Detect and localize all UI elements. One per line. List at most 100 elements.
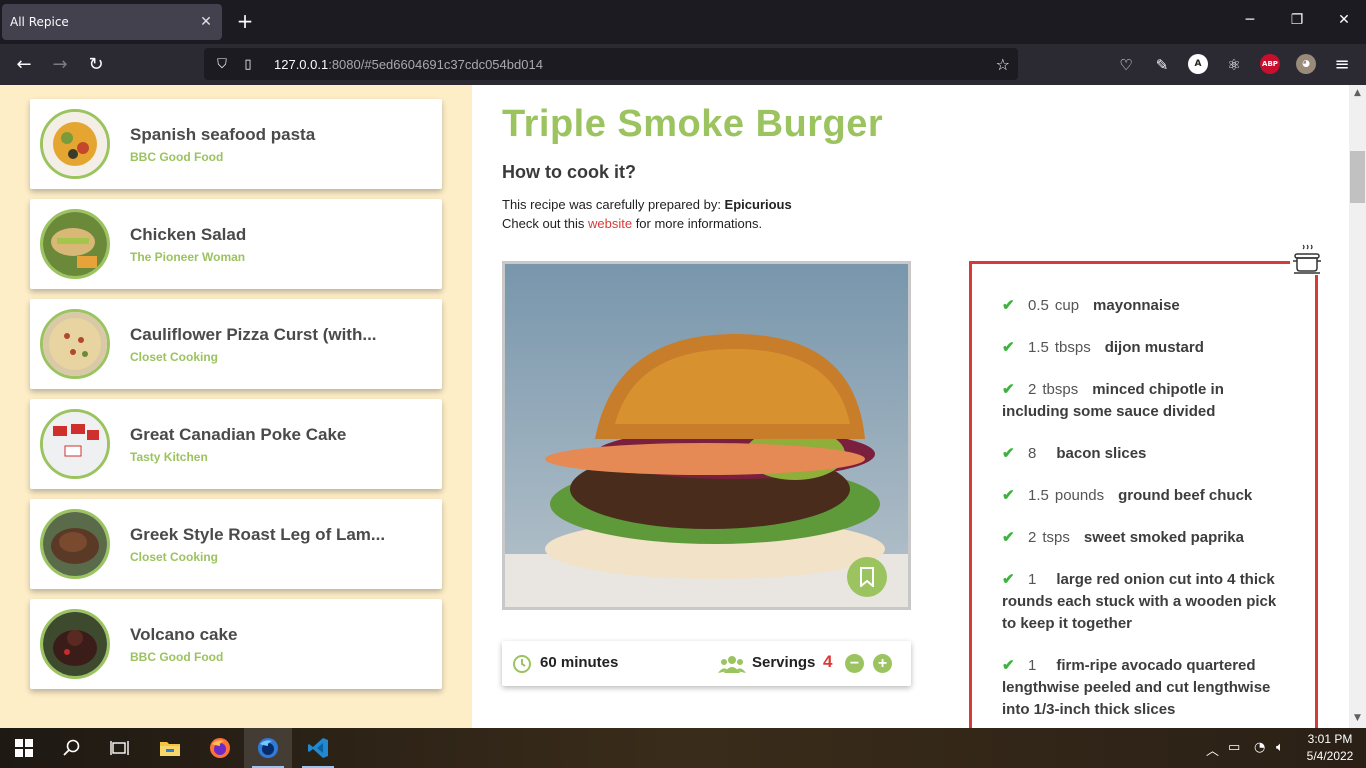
recipe-detail: Triple Smoke Burger How to cook it? This… <box>472 85 1349 728</box>
decrease-servings-button[interactable]: − <box>845 654 864 673</box>
recipe-card[interactable]: Chicken Salad The Pioneer Woman <box>30 199 442 289</box>
ingredient-item: ✔ 2 tsps sweet smoked paprika <box>1002 527 1292 549</box>
check-icon: ✔ <box>1002 297 1015 314</box>
recipe-source: Closet Cooking <box>130 350 219 364</box>
recipe-source: Tasty Kitchen <box>130 450 208 464</box>
browser-tab-bar: All Repice ✕ + ─ ❐ ✕ <box>0 0 1366 44</box>
ingredient-item: ✔ 8 bacon slices <box>1002 443 1292 465</box>
check-icon: ✔ <box>1002 339 1015 356</box>
recipe-name: Great Canadian Poke Cake <box>130 425 347 444</box>
recipe-card[interactable]: Spanish seafood pasta BBC Good Food <box>30 99 442 189</box>
cook-time: 60 minutes <box>540 654 619 671</box>
pocket-icon[interactable]: ♡ <box>1114 53 1138 77</box>
recipe-card[interactable]: Cauliflower Pizza Curst (with... Closet … <box>30 299 442 389</box>
recipe-name: Volcano cake <box>130 625 238 644</box>
check-icon: ✔ <box>1002 487 1015 504</box>
ingredient-item: ✔ 1 large red onion cut into 4 thick round… <box>1002 571 1277 632</box>
check-icon: ✔ <box>1002 571 1015 588</box>
page-scrollbar[interactable]: ▲ ▼ <box>1349 85 1366 728</box>
servings-label: Servings <box>752 654 816 671</box>
page-icon[interactable]: ▯ <box>236 57 260 72</box>
ingredient-item: ✔ 1.5 tbsps dijon mustard <box>1002 337 1292 359</box>
recipe-byline: This recipe was carefully prepared by: E… <box>502 197 792 231</box>
bookmark-star-icon[interactable]: ☆ <box>996 55 1010 74</box>
users-icon <box>718 656 746 673</box>
servings-count: 4 <box>823 652 833 671</box>
recipe-thumbnail <box>40 509 110 579</box>
website-link[interactable]: website <box>588 216 632 231</box>
check-icon: ✔ <box>1002 445 1015 462</box>
start-icon[interactable] <box>0 728 48 768</box>
check-icon: ✔ <box>1002 529 1015 546</box>
how-to-cook-heading: How to cook it? <box>502 162 636 182</box>
ingredient-item: ✔ 1 firm-ripe avocado quartered lengthwise… <box>1002 657 1271 718</box>
recipe-thumbnail <box>40 209 110 279</box>
address-bar[interactable]: ⛉ ▯ 127.0.0.1:8080/#5ed6604691c37cdc054b… <box>204 48 1018 80</box>
battery-icon[interactable]: ▭ <box>1228 740 1240 755</box>
wrench-icon[interactable]: ✎ <box>1150 53 1174 77</box>
restore-icon[interactable]: ❐ <box>1287 12 1307 28</box>
check-icon: ✔ <box>1002 657 1015 674</box>
volume-icon[interactable]: 🔈︎ <box>1276 740 1284 755</box>
react-devtools-icon[interactable]: ⚛ <box>1222 53 1246 77</box>
recipe-name: Chicken Salad <box>130 225 247 244</box>
recipe-name: Greek Style Roast Leg of Lam... <box>130 525 386 544</box>
recipe-source: BBC Good Food <box>130 150 224 164</box>
forward-icon[interactable]: → <box>48 53 72 77</box>
back-icon[interactable]: ← <box>12 53 36 77</box>
increase-servings-button[interactable]: + <box>873 654 892 673</box>
recipe-source: Closet Cooking <box>130 550 219 564</box>
recipe-card[interactable]: Volcano cake BBC Good Food <box>30 599 442 689</box>
clock-time: 3:01 PM <box>1307 732 1353 746</box>
recipe-source: The Pioneer Woman <box>130 250 246 264</box>
windows-taskbar: ︿ ▭ ◔ 🔈︎ 3:01 PM 5/4/2022 <box>0 728 1366 768</box>
ingredients-box: ✔ 0.5 cup mayonnaise ✔ 1.5 tbsps dijon mustard… <box>969 261 1318 728</box>
recipe-image <box>502 261 911 610</box>
minimize-icon[interactable]: ─ <box>1240 12 1260 28</box>
scrollbar-thumb[interactable] <box>1350 151 1365 203</box>
recipe-thumbnail <box>40 309 110 379</box>
recipe-thumbnail <box>40 109 110 179</box>
firefox-dev-icon[interactable] <box>244 728 292 768</box>
recipe-name: Cauliflower Pizza Curst (with... <box>130 325 377 344</box>
system-clock[interactable]: 3:01 PM 5/4/2022 <box>1300 731 1360 765</box>
browser-nav-bar: ← → ↻ ⛉ ▯ 127.0.0.1:8080/#5ed6604691c37c… <box>0 44 1366 85</box>
recipe-card[interactable]: Greek Style Roast Leg of Lam... Closet C… <box>30 499 442 589</box>
browser-tab[interactable]: All Repice ✕ <box>2 4 222 40</box>
recipe-list-sidebar: Spanish seafood pasta BBC Good Food Chic… <box>0 85 472 728</box>
recipe-thumbnail <box>40 409 110 479</box>
task-view-icon[interactable] <box>96 728 144 768</box>
bookmark-icon <box>860 567 874 587</box>
menu-icon[interactable]: ≡ <box>1330 53 1354 77</box>
recipe-name: Spanish seafood pasta <box>130 125 316 144</box>
extension-avatar-icon[interactable]: ◕ <box>1296 54 1316 74</box>
recipe-title: Triple Smoke Burger <box>502 103 884 145</box>
bookmark-button[interactable] <box>847 557 887 597</box>
recipe-card[interactable]: Great Canadian Poke Cake Tasty Kitchen <box>30 399 442 489</box>
ingredient-item: ✔ 2 tbsps minced chipotle in including some… <box>1002 381 1224 420</box>
shield-icon[interactable]: ⛉ <box>210 57 234 72</box>
cooking-pot-icon <box>1290 243 1324 275</box>
extension-a-icon[interactable]: A <box>1188 54 1208 74</box>
vscode-icon[interactable] <box>294 728 342 768</box>
page-content: Spanish seafood pasta BBC Good Food Chic… <box>0 85 1349 728</box>
scroll-up-icon[interactable]: ▲ <box>1349 88 1366 98</box>
close-window-icon[interactable]: ✕ <box>1334 12 1354 28</box>
url-text[interactable]: 127.0.0.1:8080/#5ed6604691c37cdc054bd014 <box>274 57 543 72</box>
new-tab-button[interactable]: + <box>234 10 256 32</box>
wifi-icon[interactable]: ◔ <box>1254 740 1265 755</box>
clock-date: 5/4/2022 <box>1306 749 1354 763</box>
firefox-icon[interactable] <box>196 728 244 768</box>
publisher-name: Epicurious <box>724 197 792 212</box>
tab-close-icon[interactable]: ✕ <box>198 14 214 30</box>
search-icon[interactable] <box>48 728 96 768</box>
recipe-info-bar: 60 minutes Servings 4 − + <box>502 641 911 686</box>
adblock-icon[interactable]: ABP <box>1260 54 1280 74</box>
reload-icon[interactable]: ↻ <box>84 53 108 77</box>
file-explorer-icon[interactable] <box>146 728 194 768</box>
recipe-thumbnail <box>40 609 110 679</box>
clock-icon <box>513 655 531 673</box>
check-icon: ✔ <box>1002 381 1015 398</box>
scroll-down-icon[interactable]: ▼ <box>1349 713 1366 723</box>
tray-chevron-icon[interactable]: ︿ <box>1206 740 1219 759</box>
